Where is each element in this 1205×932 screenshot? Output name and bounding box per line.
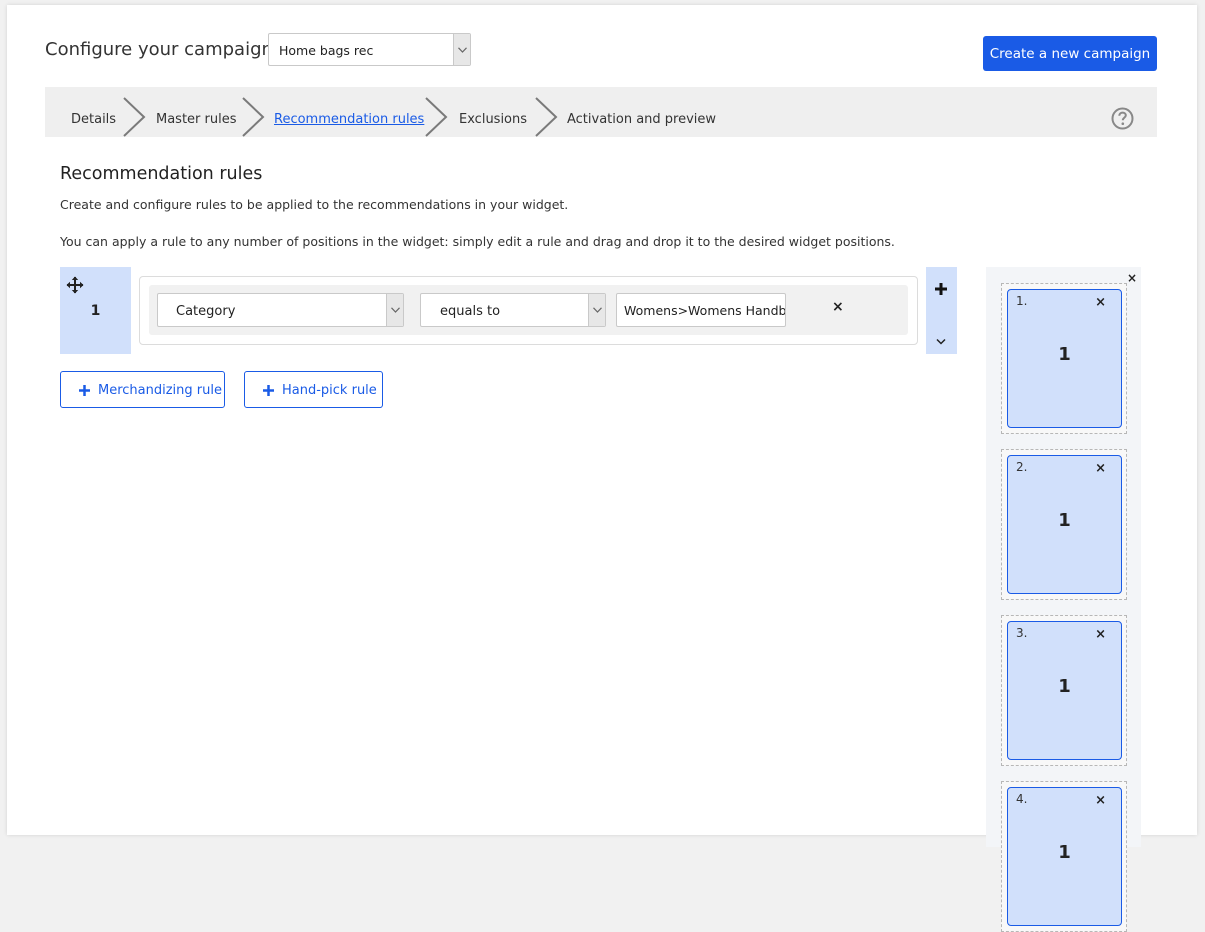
plus-icon (79, 385, 90, 396)
slot-index: 3. (1016, 626, 1028, 640)
rule-row: 1 Category equals to × (60, 267, 957, 354)
rule-operator-select[interactable]: equals to (420, 293, 606, 327)
widget-slot-card[interactable]: 1. × 1 (1007, 289, 1122, 428)
slot-remove-close-icon[interactable]: × (1095, 793, 1106, 808)
step-activation-preview[interactable]: Activation and preview (567, 112, 716, 127)
chevron-right-icon (425, 97, 448, 137)
merchandizing-rule-button[interactable]: Merchandizing rule (60, 371, 225, 408)
step-exclusions[interactable]: Exclusions (459, 112, 527, 127)
step-navigation: Details Master rules Recommendation rule… (45, 87, 1157, 137)
hand-pick-rule-button[interactable]: Hand-pick rule (244, 371, 383, 408)
campaign-config-card: Configure your campaign Home bags rec Cr… (7, 5, 1197, 932)
step-recommendation-rules[interactable]: Recommendation rules (274, 112, 424, 127)
widget-slot-card[interactable]: 2. × 1 (1007, 455, 1122, 594)
chevron-down-icon[interactable] (453, 34, 470, 65)
move-icon[interactable] (66, 276, 84, 294)
rule-condition: Category equals to × (149, 285, 908, 335)
chevron-right-icon (242, 97, 265, 137)
slot-rule-number: 1 (1058, 676, 1071, 697)
rule-operator-value: equals to (440, 304, 501, 319)
section-title: Recommendation rules (60, 164, 263, 184)
slot-remove-close-icon[interactable]: × (1095, 295, 1106, 310)
hand-pick-rule-label: Hand-pick rule (282, 383, 377, 398)
slot-rule-number: 1 (1058, 842, 1071, 863)
slot-rule-number: 1 (1058, 344, 1071, 365)
rule-side-controls (926, 267, 957, 354)
rule-field-value: Category (176, 304, 236, 319)
rule-number: 1 (90, 303, 101, 319)
slot-rule-number: 1 (1058, 510, 1071, 531)
merchandizing-rule-label: Merchandizing rule (98, 383, 222, 398)
chevron-down-icon[interactable] (386, 294, 403, 326)
step-master-rules[interactable]: Master rules (156, 112, 237, 127)
rule-body: Category equals to × (139, 276, 918, 345)
chevron-right-icon (123, 97, 146, 137)
slot-remove-close-icon[interactable]: × (1095, 461, 1106, 476)
slot-index: 1. (1016, 294, 1028, 308)
rule-value-input[interactable] (616, 293, 786, 327)
chevron-down-icon[interactable] (588, 294, 605, 326)
plus-icon (263, 385, 274, 396)
rule-field-select[interactable]: Category (157, 293, 404, 327)
create-campaign-button[interactable]: Create a new campaign (983, 36, 1157, 71)
section-instruction: You can apply a rule to any number of po… (60, 234, 895, 249)
campaign-select[interactable]: Home bags rec (268, 33, 471, 66)
section-description: Create and configure rules to be applied… (60, 197, 569, 212)
widget-slot: 2. × 1 (1001, 449, 1127, 600)
rule-drag-handle[interactable]: 1 (60, 267, 131, 354)
widget-slot-card[interactable]: 4. × 1 (1007, 787, 1122, 926)
slot-index: 4. (1016, 792, 1028, 806)
widget-close-icon[interactable]: × (1127, 271, 1137, 285)
chevron-down-icon[interactable] (936, 338, 946, 345)
slot-remove-close-icon[interactable]: × (1095, 627, 1106, 642)
chevron-right-icon (535, 97, 558, 137)
rule-remove-close-icon[interactable]: × (832, 299, 844, 315)
slot-index: 2. (1016, 460, 1028, 474)
widget-slot: 1. × 1 (1001, 283, 1127, 434)
campaign-select-value: Home bags rec (279, 43, 374, 58)
widget-slot: 3. × 1 (1001, 615, 1127, 766)
step-details[interactable]: Details (71, 112, 116, 127)
help-icon[interactable] (1111, 107, 1134, 130)
add-rule-plus-icon[interactable] (933, 281, 949, 297)
page-title: Configure your campaign (45, 39, 273, 60)
widget-slot: 4. × 1 (1001, 781, 1127, 932)
widget-slot-card[interactable]: 3. × 1 (1007, 621, 1122, 760)
